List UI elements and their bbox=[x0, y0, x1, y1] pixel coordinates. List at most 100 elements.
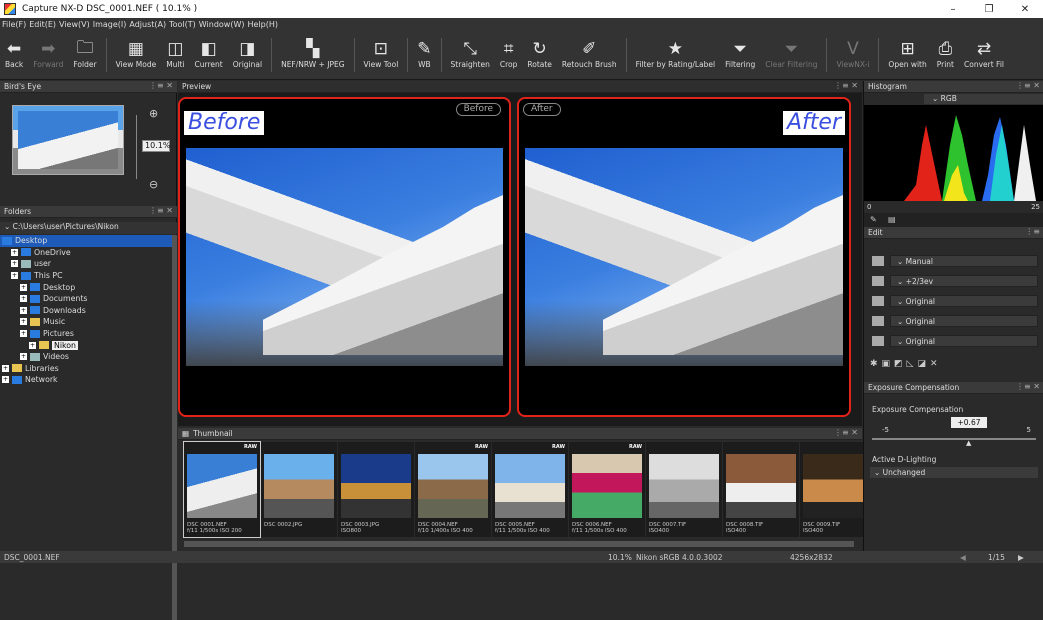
folder-item[interactable]: + user bbox=[0, 258, 172, 270]
folder-tree: Desktop + OneDrive + user + This PC + Desktop + Do… bbox=[0, 235, 172, 386]
menu-item[interactable]: View(V) bbox=[59, 20, 90, 29]
thumbnail-item[interactable]: RAW DSC 0004.NEF f/10 1/400s ISO 400 bbox=[415, 442, 491, 537]
expand-icon[interactable]: + bbox=[20, 295, 27, 303]
menu-item[interactable]: File(F) bbox=[2, 20, 26, 29]
toolbar-back-button[interactable]: ⬅ Back bbox=[0, 30, 28, 80]
toolbar-retouch-brush-button[interactable]: ✐ Retouch Brush bbox=[557, 30, 622, 80]
toolbar-filter-by-rating-label-button[interactable]: ★ Filter by Rating/Label bbox=[631, 30, 720, 80]
folder-item[interactable]: + Downloads bbox=[0, 305, 172, 317]
zoom-in-icon[interactable]: ⊕ bbox=[149, 107, 158, 120]
panel-menu-icon[interactable]: ⋮≡ bbox=[1025, 227, 1040, 236]
folder-label: Downloads bbox=[43, 305, 86, 315]
expand-icon[interactable]: + bbox=[11, 272, 18, 280]
folder-item[interactable]: + Network bbox=[0, 374, 172, 386]
expand-icon[interactable]: + bbox=[20, 353, 27, 361]
folder-item[interactable]: + Desktop bbox=[0, 281, 172, 293]
after-pane[interactable]: After After bbox=[517, 97, 851, 417]
toolbar-nef-nrw-jpeg-button[interactable]: ▚ NEF/NRW + JPEG bbox=[276, 30, 349, 80]
expand-icon[interactable]: + bbox=[11, 248, 18, 256]
toolbar-wb-button[interactable]: ✎ WB bbox=[412, 30, 436, 80]
expand-icon[interactable]: + bbox=[20, 306, 27, 314]
toolbar-forward-button[interactable]: ➡ Forward bbox=[28, 30, 68, 80]
before-pane[interactable]: Before Before bbox=[178, 97, 511, 417]
folder-item[interactable]: + OneDrive bbox=[0, 247, 172, 259]
thumbnail-item[interactable]: RAW DSC 0006.NEF f/11 1/500s ISO 400 bbox=[569, 442, 645, 537]
folder-item[interactable]: + This PC bbox=[0, 270, 172, 282]
folder-item[interactable]: Desktop bbox=[0, 235, 172, 247]
expand-icon[interactable]: + bbox=[20, 283, 27, 291]
folder-item[interactable]: + Pictures bbox=[0, 328, 172, 340]
menu-item[interactable]: Tool(T) bbox=[169, 20, 196, 29]
toolbar-print-button[interactable]: ⎙ Print bbox=[932, 30, 959, 80]
edit-tool-icons[interactable]: ✱▣◩◺◪✕ bbox=[870, 359, 942, 369]
exposure-value[interactable]: +0.67 bbox=[951, 417, 987, 428]
toolbar-convert-fil-button[interactable]: ⇄ Convert Fil bbox=[959, 30, 1009, 80]
birds-eye-thumbnail[interactable] bbox=[12, 105, 124, 175]
folder-item[interactable]: + Libraries bbox=[0, 363, 172, 375]
toolbar-current-button[interactable]: ◧ Current bbox=[190, 30, 228, 80]
panel-menu-icon[interactable]: ⋮≡ ✕ bbox=[149, 206, 173, 215]
thumbnail-item[interactable]: DSC 0002.JPG bbox=[261, 442, 337, 537]
panel-menu-icon[interactable]: ⋮≡ ✕ bbox=[1016, 81, 1040, 90]
thumbnail-item[interactable]: DSC 0007.TIF ISO400 bbox=[646, 442, 722, 537]
menu-item[interactable]: Image(I) bbox=[93, 20, 127, 29]
folder-item[interactable]: + Documents bbox=[0, 293, 172, 305]
zoom-field[interactable]: 10.1% bbox=[142, 140, 170, 152]
edit-select[interactable]: ⌄ Original bbox=[890, 295, 1038, 307]
expand-icon[interactable]: + bbox=[20, 318, 27, 326]
toolbar-viewnx-i-button[interactable]: V ViewNX-i bbox=[831, 30, 874, 80]
thumbnail-item[interactable]: RAW DSC 0001.NEF f/11 1/500s ISO 200 bbox=[183, 441, 261, 538]
expand-icon[interactable]: + bbox=[2, 364, 9, 372]
edit-select[interactable]: ⌄ Original bbox=[890, 335, 1038, 347]
folder-item[interactable]: + Music bbox=[0, 316, 172, 328]
exposure-slider[interactable] bbox=[872, 438, 1036, 440]
restore-button[interactable]: ❐ bbox=[971, 0, 1007, 18]
toolbar-straighten-button[interactable]: ⤡ Straighten bbox=[446, 30, 495, 80]
panel-menu-icon[interactable]: ⋮≡ ✕ bbox=[149, 81, 173, 90]
panel-menu-icon[interactable]: ⋮≡ ✕ bbox=[1016, 382, 1040, 391]
menu-item[interactable]: Adjust(A) bbox=[129, 20, 166, 29]
zoom-out-icon[interactable]: ⊖ bbox=[149, 178, 158, 191]
panel-menu-icon[interactable]: ⋮≡ ✕ bbox=[834, 428, 858, 437]
thumbnail-scrollbar[interactable] bbox=[184, 541, 854, 547]
toolbar-crop-button[interactable]: ⌗ Crop bbox=[495, 30, 523, 80]
edit-select[interactable]: ⌄ Original bbox=[890, 315, 1038, 327]
thumbnail-title: Thumbnail bbox=[193, 429, 233, 438]
zoom-slider[interactable] bbox=[136, 115, 137, 179]
folder-item[interactable]: + Videos bbox=[0, 351, 172, 363]
tab-info-icon[interactable]: ▤ bbox=[888, 215, 896, 224]
menu-item[interactable]: Help(H) bbox=[248, 20, 279, 29]
thumbnail-item[interactable]: DSC 0008.TIF ISO400 bbox=[723, 442, 799, 537]
toolbar-original-button[interactable]: ◨ Original bbox=[228, 30, 267, 80]
toolbar-label: Retouch Brush bbox=[561, 60, 617, 69]
menu-item[interactable]: Edit(E) bbox=[29, 20, 56, 29]
menu-item[interactable]: Window(W) bbox=[199, 20, 245, 29]
slider-thumb-icon[interactable]: ▲ bbox=[966, 439, 971, 447]
adl-select[interactable]: ⌄ Unchanged bbox=[870, 467, 1038, 478]
expand-icon[interactable]: + bbox=[2, 376, 9, 384]
toolbar-view-mode-button[interactable]: ▦ View Mode bbox=[111, 30, 162, 80]
edit-select[interactable]: ⌄ Manual bbox=[890, 255, 1038, 267]
expand-icon[interactable]: + bbox=[20, 330, 27, 338]
toolbar-clear-filtering-button[interactable]: ⏷ Clear Filtering bbox=[760, 30, 822, 80]
prev-page-icon[interactable]: ◀ bbox=[960, 553, 966, 562]
next-page-icon[interactable]: ▶ bbox=[1018, 553, 1024, 562]
expand-icon[interactable]: + bbox=[29, 341, 36, 349]
thumbnail-item[interactable]: RAW DSC 0005.NEF f/11 1/500s ISO 400 bbox=[492, 442, 568, 537]
minimize-button[interactable]: – bbox=[935, 0, 971, 18]
folder-path[interactable]: ⌄ C:\Users\user\Pictures\Nikon bbox=[0, 222, 177, 234]
edit-select[interactable]: ⌄ +2/3ev bbox=[890, 275, 1038, 287]
panel-menu-icon[interactable]: ⋮≡ ✕ bbox=[834, 81, 858, 90]
expand-icon[interactable]: + bbox=[11, 260, 18, 268]
toolbar-folder-button[interactable]: 🗀 Folder bbox=[68, 30, 101, 80]
folder-item[interactable]: + Nikon bbox=[0, 339, 172, 351]
thumbnail-item[interactable]: DSC 0003.JPG ISO800 bbox=[338, 442, 414, 537]
toolbar-view-tool-button[interactable]: ⊡ View Tool bbox=[359, 30, 404, 80]
toolbar-open-with-button[interactable]: ⊞ Open with bbox=[883, 30, 931, 80]
histogram-channel-select[interactable]: ⌄ RGB bbox=[924, 94, 1043, 104]
toolbar-multi-button[interactable]: ◫ Multi bbox=[161, 30, 189, 80]
toolbar-filtering-button[interactable]: ⏷ Filtering bbox=[720, 30, 760, 80]
toolbar-rotate-button[interactable]: ↻ Rotate bbox=[522, 30, 557, 80]
tab-edit-icon[interactable]: ✎ bbox=[870, 215, 877, 224]
close-button[interactable]: ✕ bbox=[1007, 0, 1043, 18]
